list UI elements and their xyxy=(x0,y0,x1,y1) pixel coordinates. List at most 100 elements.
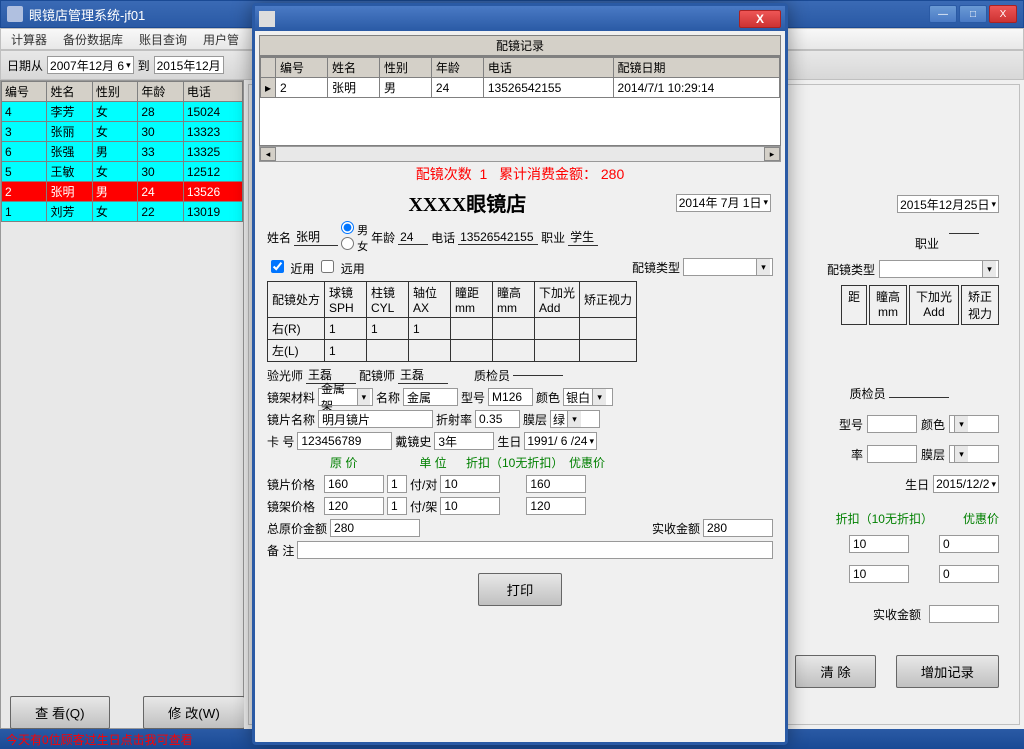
date-from-label: 日期从 xyxy=(5,57,45,74)
col-phone[interactable]: 电话 xyxy=(183,82,242,102)
col-cv: 矫正视力 xyxy=(961,285,999,325)
col-add: 下加光Add xyxy=(909,285,959,325)
record-grid-box[interactable]: 编号 姓名 性别 年龄 电话 配镜日期 ▸ 2张明男24135265421552… xyxy=(259,56,781,146)
menu-calc[interactable]: 计算器 xyxy=(3,31,55,48)
menu-user[interactable]: 用户管 xyxy=(195,31,247,48)
lens-qty-input[interactable] xyxy=(387,475,407,493)
card-no-input[interactable] xyxy=(297,432,392,450)
status-text[interactable]: 今天有0位顾客过生日点击我可查看 xyxy=(6,731,193,748)
actual-input[interactable] xyxy=(929,605,999,623)
remark-label: 备 注 xyxy=(267,542,294,559)
close-button[interactable]: X xyxy=(989,5,1017,23)
dialog-close-button[interactable]: X xyxy=(739,10,781,28)
name-label: 姓名 xyxy=(267,229,291,246)
lens-re-input[interactable] xyxy=(475,410,520,428)
print-button[interactable]: 打印 xyxy=(478,573,563,606)
menu-backup[interactable]: 备份数据库 xyxy=(55,31,131,48)
frame-color-combo[interactable]: 银白▾ xyxy=(563,388,613,406)
col-sex[interactable]: 性别 xyxy=(92,82,137,102)
model-input[interactable] xyxy=(867,415,917,433)
dialog-titlebar[interactable]: X xyxy=(255,6,785,31)
rate-input[interactable] xyxy=(867,445,917,463)
occ-field[interactable]: 学生 xyxy=(568,228,598,246)
disc1-input[interactable] xyxy=(849,535,909,553)
date-from-input[interactable]: 2007年12月 6▾ xyxy=(47,56,134,74)
actual-input-modal[interactable] xyxy=(703,519,773,537)
record-scrollbar[interactable]: ◂ ▸ xyxy=(259,146,781,162)
frame-model-input[interactable] xyxy=(488,388,533,406)
age-field[interactable]: 24 xyxy=(398,230,428,245)
edit-button[interactable]: 修 改(W) xyxy=(143,696,244,729)
frame-disc-input[interactable] xyxy=(440,497,500,515)
col-name[interactable]: 姓名 xyxy=(47,82,92,102)
record-grid[interactable]: 编号 姓名 性别 年龄 电话 配镜日期 ▸ 2张明男24135265421552… xyxy=(260,57,780,98)
menu-ledger[interactable]: 账目查询 xyxy=(131,31,195,48)
lens-name-input[interactable] xyxy=(318,410,433,428)
add-record-button[interactable]: 增加记录 xyxy=(896,655,999,688)
minimize-button[interactable]: — xyxy=(929,5,957,23)
final1-input[interactable] xyxy=(939,535,999,553)
date-to-label: 到 xyxy=(136,57,152,74)
name-field[interactable]: 张明 xyxy=(294,228,338,246)
age-label: 年龄 xyxy=(371,229,395,246)
maximize-button[interactable]: □ xyxy=(959,5,987,23)
date-to-input[interactable]: 2015年12月 xyxy=(154,56,224,74)
frame-qty-input[interactable] xyxy=(387,497,407,515)
customer-panel: 编号 姓名 性别 年龄 电话 4李芳女2815024 3张丽女3013323 6… xyxy=(0,80,244,729)
remark-input[interactable] xyxy=(297,541,773,559)
sex-male-radio[interactable]: 男 xyxy=(341,221,368,237)
scroll-left-icon[interactable]: ◂ xyxy=(260,147,276,161)
occupation-field[interactable] xyxy=(949,233,979,234)
record-date-input[interactable]: 2014年 7月 1日▾ xyxy=(676,194,771,212)
lens-disc-input[interactable] xyxy=(440,475,500,493)
rx-row-r[interactable]: 右(R)111 xyxy=(268,318,637,340)
view-button[interactable]: 查 看(Q) xyxy=(10,696,110,729)
far-checkbox[interactable]: 远用 xyxy=(317,257,364,277)
frame-mat-combo[interactable]: 金属架▾ xyxy=(318,388,373,406)
col-age[interactable]: 年龄 xyxy=(138,82,183,102)
clear-button[interactable]: 清 除 xyxy=(795,655,875,688)
table-row[interactable]: 3张丽女3013323 xyxy=(2,122,243,142)
record-row[interactable]: ▸ 2张明男24135265421552014/7/1 10:29:14 xyxy=(261,78,780,98)
finalprice-hdr: 优惠价 xyxy=(963,510,999,527)
fittype-combo-modal[interactable]: ▾ xyxy=(683,258,773,276)
fitter-label: 配镜师 xyxy=(359,367,395,384)
near-checkbox[interactable]: 近用 xyxy=(267,257,314,277)
customer-table[interactable]: 编号 姓名 性别 年龄 电话 4李芳女2815024 3张丽女3013323 6… xyxy=(1,81,243,222)
lens-price-input[interactable] xyxy=(324,475,384,493)
table-row[interactable]: 4李芳女2815024 xyxy=(2,102,243,122)
disc2-input[interactable] xyxy=(849,565,909,583)
fittype-combo[interactable]: ▾ xyxy=(879,260,999,278)
frame-price-label: 镜架价格 xyxy=(267,498,321,515)
lens-coat-combo[interactable]: 绿▾ xyxy=(550,410,600,428)
frame-final-input[interactable] xyxy=(526,497,586,515)
coat-combo[interactable]: ▾ xyxy=(949,445,999,463)
bday-input[interactable]: 2015/12/2▾ xyxy=(933,475,999,493)
table-row[interactable]: 5王敏女3012512 xyxy=(2,162,243,182)
lens-final-input[interactable] xyxy=(526,475,586,493)
fitter-field[interactable]: 王磊 xyxy=(398,366,448,384)
bday-input-modal[interactable]: 1991/ 6 /24▾ xyxy=(524,432,597,450)
total-input[interactable] xyxy=(330,519,420,537)
rx-row-l[interactable]: 左(L)1 xyxy=(268,340,637,362)
lens-coat-label: 膜层 xyxy=(523,411,547,428)
frame-model-label: 型号 xyxy=(461,389,485,406)
sex-female-radio[interactable]: 女 xyxy=(341,237,368,253)
table-row-selected[interactable]: 2张明男2413526 xyxy=(2,182,243,202)
frame-name-input[interactable] xyxy=(403,388,458,406)
table-row[interactable]: 6张强男3313325 xyxy=(2,142,243,162)
table-row[interactable]: 1刘芳女2213019 xyxy=(2,202,243,222)
final2-input[interactable] xyxy=(939,565,999,583)
detail-date-input[interactable]: 2015年12月25日▾ xyxy=(897,195,999,213)
hist-input[interactable] xyxy=(434,432,494,450)
occupation-label: 职业 xyxy=(915,235,939,252)
scroll-right-icon[interactable]: ▸ xyxy=(764,147,780,161)
qc-field[interactable] xyxy=(889,397,949,398)
qc-field-modal[interactable] xyxy=(513,375,563,376)
lens-unit: 付/对 xyxy=(410,476,437,493)
col-id[interactable]: 编号 xyxy=(2,82,47,102)
phone-field[interactable]: 13526542155 xyxy=(458,230,538,245)
occ-label: 职业 xyxy=(541,229,565,246)
color-combo[interactable]: ▾ xyxy=(949,415,999,433)
frame-price-input[interactable] xyxy=(324,497,384,515)
